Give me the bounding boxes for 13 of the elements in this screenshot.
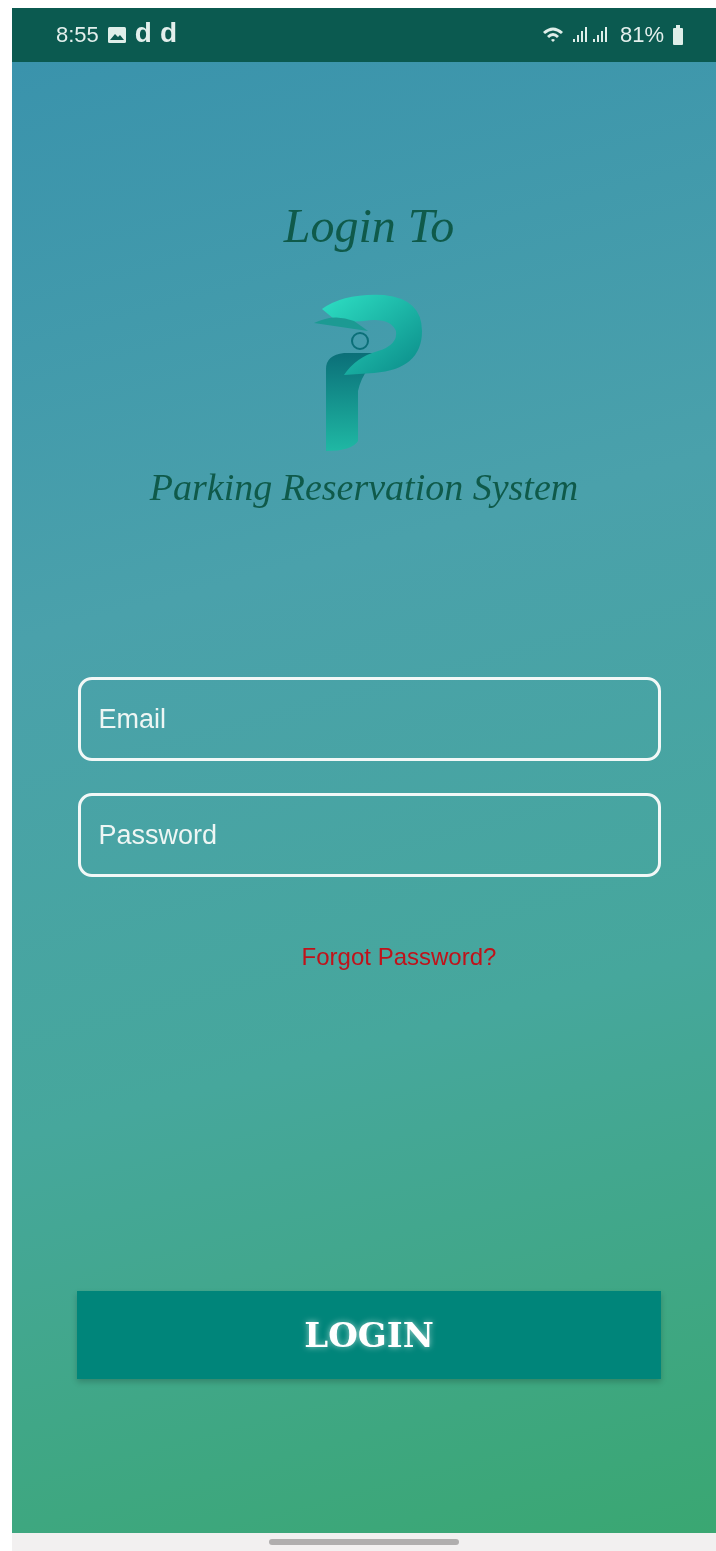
app-name: Parking Reservation System (149, 465, 579, 509)
battery-icon (672, 25, 684, 45)
input-field[interactable]: Password (77, 793, 661, 877)
input-field[interactable]: Email (77, 677, 661, 761)
image-icon (106, 26, 127, 44)
home-indicator[interactable] (269, 1539, 459, 1545)
battery-percent: 81% (619, 22, 664, 48)
login-button[interactable]: LOGIN (77, 1291, 661, 1379)
wifi-icon (541, 26, 564, 44)
clock: 8:55 (56, 22, 99, 48)
login-title: Login To (283, 198, 455, 253)
notification-letter: d (159, 19, 178, 47)
notification-letter: d (134, 19, 152, 47)
